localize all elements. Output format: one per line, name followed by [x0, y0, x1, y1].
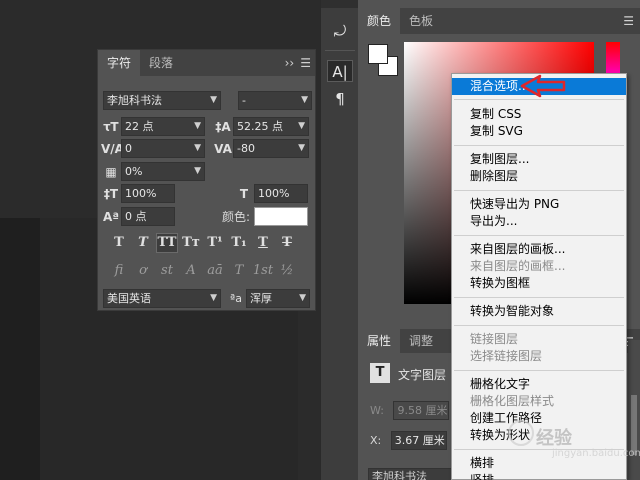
- chevron-down-icon: ▼: [301, 95, 308, 105]
- panel-icon-strip: ⤾ A| ¶: [320, 0, 358, 480]
- leading-field[interactable]: 52.25 点 ▼: [233, 117, 309, 136]
- opentype-buttons: fi ơ st A aā T 1st ½: [108, 261, 298, 281]
- subscript-button[interactable]: T₁: [228, 233, 250, 253]
- faux-italic-button[interactable]: T: [132, 233, 154, 253]
- x-field[interactable]: 3.67 厘米: [390, 431, 447, 450]
- chevron-down-icon: ▼: [194, 121, 201, 131]
- old-style-button[interactable]: ơ: [132, 261, 154, 281]
- vertical-scale-icon: ‡T: [103, 186, 119, 201]
- anti-alias-icon: ªa: [230, 292, 242, 305]
- chevron-down-icon: ▼: [194, 143, 201, 153]
- discretionary-ligature-button[interactable]: st: [156, 261, 178, 281]
- menu-quick-export-png[interactable]: 快速导出为 PNG: [452, 196, 626, 213]
- chevron-down-icon: ▼: [210, 95, 217, 105]
- font-style-select[interactable]: - ▼: [238, 91, 312, 110]
- text-color-swatch[interactable]: [254, 207, 309, 226]
- layer-context-menu: 混合选项... 复制 CSS 复制 SVG 复制图层... 删除图层 快速导出为…: [451, 73, 627, 480]
- chevron-down-icon: ▼: [210, 293, 217, 303]
- canvas-edge: [0, 218, 40, 480]
- baseline-shift-field[interactable]: 0 点: [121, 207, 175, 226]
- text-layer-icon: T: [370, 363, 390, 383]
- superscript-button[interactable]: T¹: [204, 233, 226, 253]
- tab-paragraph[interactable]: 段落: [140, 50, 182, 76]
- foreground-color-swatch[interactable]: [368, 44, 388, 64]
- properties-scrollbar[interactable]: [628, 340, 640, 480]
- annotation-arrow-icon: [520, 74, 566, 98]
- panel-menu-icon[interactable]: ☰: [300, 50, 311, 76]
- menu-duplicate-layer[interactable]: 复制图层...: [452, 151, 626, 168]
- small-caps-button[interactable]: Tт: [180, 233, 202, 253]
- faux-bold-button[interactable]: T: [108, 233, 130, 253]
- paragraph-icon[interactable]: ¶: [327, 88, 353, 110]
- tab-color[interactable]: 颜色: [358, 8, 401, 34]
- menu-delete-layer[interactable]: 删除图层: [452, 168, 626, 185]
- chevron-down-icon: ▼: [298, 121, 305, 131]
- kerning-icon: V/A: [101, 141, 124, 156]
- collapse-icon[interactable]: ››: [285, 50, 295, 76]
- menu-convert-to-smart-object[interactable]: 转换为智能对象: [452, 303, 626, 320]
- menu-convert-to-frame[interactable]: 转换为图框: [452, 275, 626, 292]
- chevron-down-icon: ▼: [299, 293, 306, 303]
- anti-alias-select[interactable]: 浑厚 ▼: [246, 289, 310, 308]
- chevron-down-icon: ▼: [194, 166, 201, 176]
- tab-properties[interactable]: 属性: [358, 329, 401, 353]
- menu-export-as[interactable]: 导出为...: [452, 213, 626, 230]
- menu-rasterize-type[interactable]: 栅格化文字: [452, 376, 626, 393]
- strikethrough-button[interactable]: T: [276, 233, 298, 253]
- menu-copy-svg[interactable]: 复制 SVG: [452, 123, 626, 140]
- ordinals-button[interactable]: 1st: [252, 261, 274, 281]
- history-icon[interactable]: ⤾: [327, 20, 353, 42]
- x-row: X: 3.67 厘米: [370, 431, 447, 450]
- fractions-button[interactable]: ½: [276, 261, 298, 281]
- character-icon[interactable]: A|: [327, 60, 353, 82]
- properties-font-select[interactable]: 李旭科书法: [368, 468, 452, 480]
- tab-adjustments[interactable]: 调整: [400, 329, 442, 353]
- width-field[interactable]: 9.58 厘米: [393, 401, 450, 420]
- kerning-field[interactable]: 0 ▼: [121, 139, 205, 158]
- chevron-down-icon: ▼: [298, 143, 305, 153]
- type-style-buttons: T T TT Tт T¹ T₁ T T: [108, 233, 298, 253]
- language-select[interactable]: 美国英语 ▼: [103, 289, 221, 308]
- character-panel: 字符 段落 ›› ☰ 李旭科书法 ▼ - ▼ ꚍT 22 点 ▼ ‡A 52.25 点…: [97, 49, 316, 311]
- titling-alternates-button[interactable]: T: [228, 261, 250, 281]
- all-caps-button[interactable]: TT: [156, 233, 178, 253]
- watermark-url: jingyan.baidu.com: [552, 448, 640, 459]
- menu-rasterize-layer-style: 栅格化图层样式: [470, 394, 555, 408]
- menu-vertical[interactable]: 竖排: [452, 472, 626, 480]
- tsume-icon: ▦: [105, 164, 117, 179]
- color-panel-menu-icon[interactable]: ☰: [623, 14, 634, 28]
- vertical-scale-field[interactable]: 100%: [121, 184, 175, 203]
- watermark-logo-icon: [508, 420, 534, 446]
- properties-title: 文字图层: [398, 368, 447, 382]
- underline-button[interactable]: T: [252, 233, 274, 253]
- tracking-icon: VA: [214, 141, 232, 156]
- menu-select-linked-layers: 选择链接图层: [470, 349, 543, 363]
- color-label: 颜色:: [222, 210, 251, 224]
- tsume-field[interactable]: 0% ▼: [121, 162, 205, 181]
- horizontal-scale-icon: T: [239, 186, 249, 201]
- leading-icon: ‡A: [215, 119, 231, 134]
- font-size-icon: ꚍT: [103, 119, 119, 134]
- color-panel-tabs: 颜色 色板: [358, 8, 640, 34]
- stylistic-alternates-button[interactable]: aā: [204, 261, 226, 281]
- tracking-field[interactable]: -80 ▼: [233, 139, 309, 158]
- tab-character[interactable]: 字符: [98, 50, 141, 76]
- menu-artboard-from-layers[interactable]: 来自图层的画板...: [452, 241, 626, 258]
- tab-swatches[interactable]: 色板: [400, 8, 442, 34]
- menu-copy-css[interactable]: 复制 CSS: [452, 106, 626, 123]
- character-panel-tabs: 字符 段落 ›› ☰: [98, 50, 315, 76]
- menu-link-layers: 链接图层: [470, 332, 519, 346]
- horizontal-scale-field[interactable]: 100%: [254, 184, 308, 203]
- menu-frame-from-layers: 来自图层的画框...: [470, 259, 566, 273]
- watermark-text: 经验: [536, 428, 572, 449]
- swash-button[interactable]: A: [180, 261, 202, 281]
- ligature-button[interactable]: fi: [108, 261, 130, 281]
- width-row: W: 9.58 厘米: [370, 401, 450, 420]
- font-size-field[interactable]: 22 点 ▼: [121, 117, 205, 136]
- font-family-select[interactable]: 李旭科书法 ▼: [103, 91, 221, 110]
- baseline-shift-icon: Aª: [102, 209, 120, 224]
